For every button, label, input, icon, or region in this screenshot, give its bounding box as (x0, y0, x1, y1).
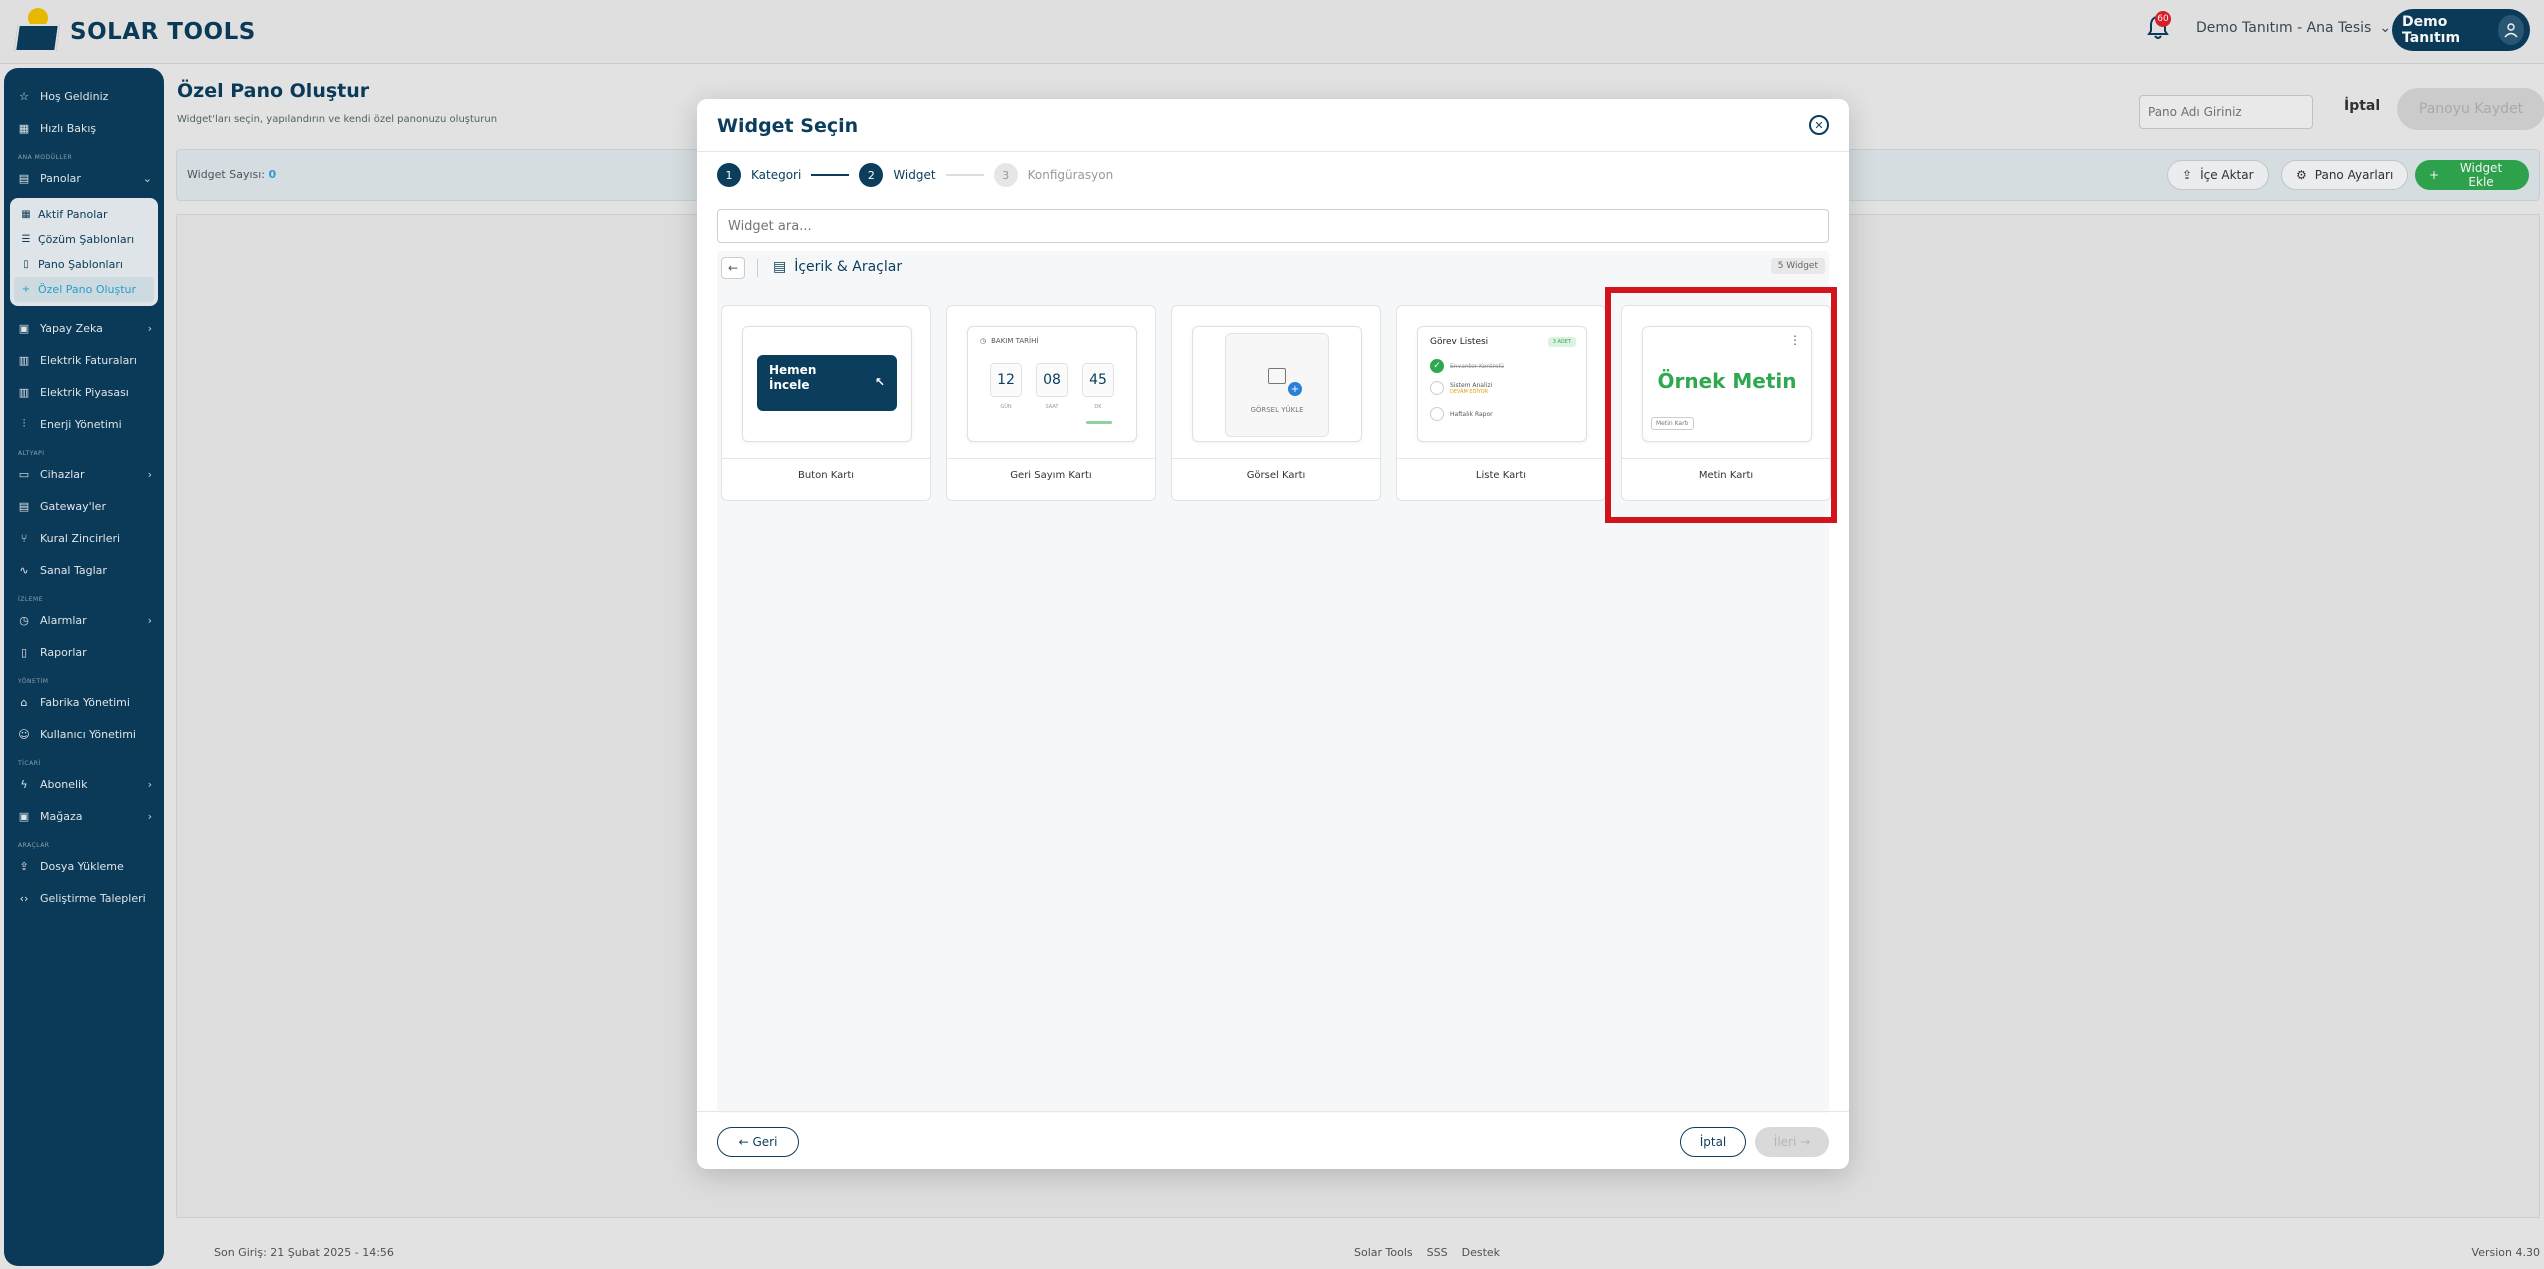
layers-icon: ▤ (773, 259, 787, 275)
list-item-text: Haftalık Rapor (1450, 411, 1493, 418)
highlight-box (1605, 287, 1837, 523)
stepper: 1 Kategori 2 Widget 3 Konfigürasyon (717, 163, 1113, 187)
countdown-unit: DK (1094, 404, 1102, 410)
countdown-days: 12 (990, 363, 1022, 397)
list-item-text: Sistem Analizi (1450, 382, 1493, 389)
countdown-hours: 08 (1036, 363, 1068, 397)
widget-preview: ◷ BAKIM TARİHİ 12 08 45 GÜN SAAT DK (967, 326, 1137, 442)
divider (757, 259, 758, 277)
circle-icon (1430, 407, 1444, 421)
button-preview-text: Hemen İncele (769, 363, 817, 392)
countdown-progress (1086, 421, 1112, 424)
countdown-unit: SAAT (1045, 404, 1059, 410)
list-item: Sistem Analizi DEVAM EDİYOR (1430, 381, 1492, 395)
step-number: 1 (717, 163, 741, 187)
card-divider (1397, 458, 1605, 459)
image-icon (1268, 368, 1286, 384)
modal-footer-divider (697, 1111, 1849, 1112)
clock-icon: ◷ (980, 337, 987, 345)
widget-card-button[interactable]: Hemen İncele ↖ Buton Kartı (721, 305, 931, 501)
plus-icon: + (1288, 382, 1302, 396)
list-item: Haftalık Rapor (1430, 407, 1493, 421)
check-icon: ✓ (1430, 359, 1444, 373)
card-divider (1172, 458, 1380, 459)
widget-count-badge: 5 Widget (1770, 258, 1825, 274)
widget-search-input[interactable] (717, 209, 1829, 243)
list-item-text: Envanter Kontrolü (1450, 363, 1504, 370)
widget-card-label: Görsel Kartı (1246, 470, 1306, 481)
widget-preview: Görev Listesi 3 ADET ✓ Envanter Kontrolü… (1417, 326, 1587, 442)
countdown-title: BAKIM TARİHİ (991, 337, 1039, 345)
next-button[interactable]: İleri → (1755, 1127, 1829, 1157)
countdown-minutes: 45 (1082, 363, 1114, 397)
list-item: ✓ Envanter Kontrolü (1430, 359, 1504, 373)
widget-select-modal: Widget Seçin ✕ 1 Kategori 2 Widget 3 Kon… (697, 99, 1849, 1169)
widget-preview: Hemen İncele ↖ (742, 326, 912, 442)
category-name: İçerik & Araçlar (794, 259, 903, 275)
step-label: Kategori (751, 168, 802, 182)
step-connector (811, 174, 850, 176)
step-number: 3 (993, 163, 1018, 187)
widget-preview: + GÖRSEL YÜKLE (1192, 326, 1362, 442)
widget-card-label: Buton Kartı (797, 470, 855, 481)
modal-cancel-button[interactable]: İptal (1680, 1127, 1746, 1157)
list-preview-title: Görev Listesi (1430, 337, 1489, 347)
image-upload-preview: + GÖRSEL YÜKLE (1225, 333, 1329, 437)
widget-card-label: Liste Kartı (1475, 470, 1527, 481)
category-title: ▤ İçerik & Araçlar (773, 259, 902, 275)
modal-title: Widget Seçin (717, 115, 859, 137)
cursor-icon: ↖ (874, 375, 885, 389)
step-widget[interactable]: 2 Widget (859, 163, 936, 187)
countdown-header: ◷ BAKIM TARİHİ (980, 337, 1038, 345)
widget-card-image[interactable]: + GÖRSEL YÜKLE Görsel Kartı (1171, 305, 1381, 501)
card-divider (947, 458, 1155, 459)
list-item-text-wrap: Sistem Analizi DEVAM EDİYOR (1450, 381, 1492, 395)
modal-divider (697, 151, 1849, 152)
step-configuration: 3 Konfigürasyon (993, 163, 1114, 187)
step-label: Widget (893, 168, 936, 182)
step-connector (945, 174, 984, 176)
circle-icon (1430, 381, 1444, 395)
card-divider (722, 458, 930, 459)
list-item-status: DEVAM EDİYOR (1450, 389, 1489, 395)
category-bar: ← ▤ İçerik & Araçlar 5 Widget (717, 251, 1829, 285)
image-upload-caption: GÖRSEL YÜKLE (1250, 406, 1304, 414)
widget-card-label: Geri Sayım Kartı (1010, 470, 1092, 481)
list-count-badge: 3 ADET (1547, 337, 1576, 347)
step-category[interactable]: 1 Kategori (717, 163, 801, 187)
close-icon[interactable]: ✕ (1809, 115, 1829, 135)
step-number: 2 (859, 163, 884, 187)
button-preview: Hemen İncele ↖ (757, 355, 897, 411)
countdown-unit: GÜN (1000, 404, 1012, 410)
back-button[interactable]: ← Geri (717, 1127, 799, 1157)
back-arrow-icon[interactable]: ← (721, 257, 745, 279)
widget-card-list[interactable]: Görev Listesi 3 ADET ✓ Envanter Kontrolü… (1396, 305, 1606, 501)
widget-card-countdown[interactable]: ◷ BAKIM TARİHİ 12 08 45 GÜN SAAT DK Geri… (946, 305, 1156, 501)
step-label: Konfigürasyon (1027, 168, 1114, 182)
